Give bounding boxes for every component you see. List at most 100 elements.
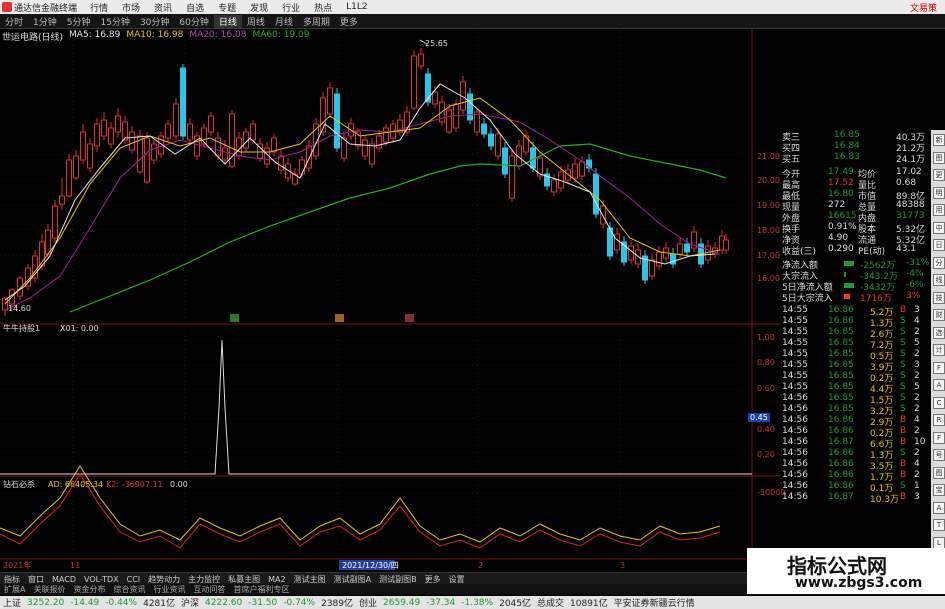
candle-body[interactable] xyxy=(144,137,150,183)
candle-body[interactable] xyxy=(369,143,375,165)
side-tool-icon[interactable]: T xyxy=(933,519,945,531)
menu-item-news[interactable]: 资讯 xyxy=(147,1,179,14)
side-tool-icon[interactable]: 号 xyxy=(933,449,945,461)
candle-body[interactable] xyxy=(87,143,93,169)
candle-body[interactable] xyxy=(649,259,655,277)
info-tab[interactable]: 互动问答 xyxy=(189,584,229,595)
period-1min[interactable]: 1分钟 xyxy=(28,15,62,28)
menu-item-hot[interactable]: 热点 xyxy=(307,1,339,14)
candle-body[interactable] xyxy=(151,143,157,161)
candle-body[interactable] xyxy=(446,109,452,133)
side-tool-icon[interactable]: 技 xyxy=(933,291,945,304)
side-tool-icon[interactable]: 财 xyxy=(933,309,945,321)
side-tool-icon[interactable]: F xyxy=(933,431,945,444)
period-15min[interactable]: 15分钟 xyxy=(95,15,134,28)
side-tool-icon[interactable]: F xyxy=(933,361,945,374)
side-tool-icon[interactable]: C xyxy=(933,396,945,409)
candle-body[interactable] xyxy=(25,267,31,287)
candle-body[interactable] xyxy=(656,251,662,267)
menu-item-market[interactable]: 市场 xyxy=(115,1,147,14)
info-tab[interactable]: 资金分布 xyxy=(69,584,109,595)
candle-body[interactable] xyxy=(488,133,494,147)
info-tab[interactable]: 扩展A xyxy=(0,584,29,595)
candle-body[interactable] xyxy=(362,139,368,157)
candle-body[interactable] xyxy=(593,173,599,215)
candle-body[interactable] xyxy=(495,133,501,157)
indicator-tab[interactable]: 主力监控 xyxy=(184,574,224,585)
candle-body[interactable] xyxy=(108,127,114,145)
event-marker-1[interactable] xyxy=(230,314,239,322)
period-multi[interactable]: 多周期 xyxy=(298,15,335,28)
side-tool-icon[interactable]: A xyxy=(933,501,945,514)
indicator-tab[interactable]: VOL-TDX xyxy=(80,575,123,584)
indicator-tab[interactable]: 指标 xyxy=(0,574,24,585)
candle-body[interactable] xyxy=(579,161,585,177)
indicator-tab[interactable]: MA2 xyxy=(264,575,289,584)
side-tool-icon[interactable]: 明 xyxy=(933,186,945,199)
side-tool-icon[interactable]: 新 xyxy=(933,134,945,146)
candle-body[interactable] xyxy=(383,127,389,143)
indicator-tab[interactable]: 更多 xyxy=(421,574,445,585)
indicator-tab[interactable]: 私募主图 xyxy=(224,574,264,585)
candle-body[interactable] xyxy=(66,159,72,197)
candle-body[interactable] xyxy=(306,145,312,169)
period-more[interactable]: 更多 xyxy=(335,15,363,28)
candle-body[interactable] xyxy=(45,229,51,255)
candle-body[interactable] xyxy=(271,137,277,153)
side-tool-icon[interactable]: R xyxy=(933,414,945,426)
candle-body[interactable] xyxy=(101,119,107,137)
info-tab[interactable]: 首席户福利专区 xyxy=(229,584,293,595)
candle-body[interactable] xyxy=(52,205,58,239)
candle-body[interactable] xyxy=(684,243,690,253)
period-30min[interactable]: 30分钟 xyxy=(135,15,174,28)
period-5min[interactable]: 5分钟 xyxy=(62,15,96,28)
indicator-tab[interactable]: 测试副图B xyxy=(375,574,421,585)
candle-body[interactable] xyxy=(222,147,228,161)
candle-body[interactable] xyxy=(73,155,79,179)
candle-body[interactable] xyxy=(537,157,543,177)
candle-body[interactable] xyxy=(94,123,100,147)
candle-body[interactable] xyxy=(59,195,65,205)
side-tool-icon[interactable]: 更 xyxy=(933,169,945,181)
candle-body[interactable] xyxy=(80,131,86,161)
candle-body[interactable] xyxy=(502,147,508,175)
candle-body[interactable] xyxy=(677,243,683,255)
side-tool-icon[interactable]: 中 xyxy=(933,221,945,234)
indicator-tab[interactable]: 趋势动力 xyxy=(144,574,184,585)
candle-body[interactable] xyxy=(137,135,143,173)
candle-body[interactable] xyxy=(165,123,171,139)
candle-body[interactable] xyxy=(173,103,179,137)
candle-body[interactable] xyxy=(551,179,557,193)
indicator-tab[interactable]: CCI xyxy=(123,575,145,584)
candle-body[interactable] xyxy=(411,55,417,109)
side-tool-icon[interactable]: 计 xyxy=(933,344,945,356)
event-marker-2[interactable] xyxy=(335,314,344,322)
event-marker-3[interactable] xyxy=(405,314,414,322)
indicator-tab[interactable]: 设置 xyxy=(445,574,469,585)
candle-body[interactable] xyxy=(129,131,135,151)
candle-body[interactable] xyxy=(418,53,424,67)
indicator-tab[interactable]: 测试副图A xyxy=(330,574,375,585)
candle-body[interactable] xyxy=(187,123,193,141)
side-tool-icon[interactable]: 选 xyxy=(933,326,945,339)
period-daily[interactable]: 日线 xyxy=(213,14,242,28)
period-timeshare[interactable]: 分时 xyxy=(0,15,28,28)
candle-body[interactable] xyxy=(509,155,515,199)
period-60min[interactable]: 60分钟 xyxy=(174,15,213,28)
candle-body[interactable] xyxy=(376,135,382,149)
candle-body[interactable] xyxy=(432,91,438,105)
side-tool-icon[interactable]: 用 xyxy=(933,204,945,216)
candle-body[interactable] xyxy=(628,245,634,261)
info-tab[interactable]: 综合资讯 xyxy=(109,584,149,595)
candle-body[interactable] xyxy=(115,115,121,133)
indicator-tab[interactable]: 测试主图 xyxy=(290,574,330,585)
side-tool-icon[interactable]: 图 xyxy=(933,151,945,164)
side-tool-icon[interactable]: 图 xyxy=(933,466,945,479)
side-tool-icon[interactable]: 分 xyxy=(933,256,945,269)
candle-body[interactable] xyxy=(299,159,305,175)
menu-item-discover[interactable]: 发现 xyxy=(243,1,275,14)
period-monthly[interactable]: 月线 xyxy=(270,15,298,28)
candle-body[interactable] xyxy=(481,123,487,135)
candle-body[interactable] xyxy=(122,121,128,141)
candle-body[interactable] xyxy=(614,233,620,251)
